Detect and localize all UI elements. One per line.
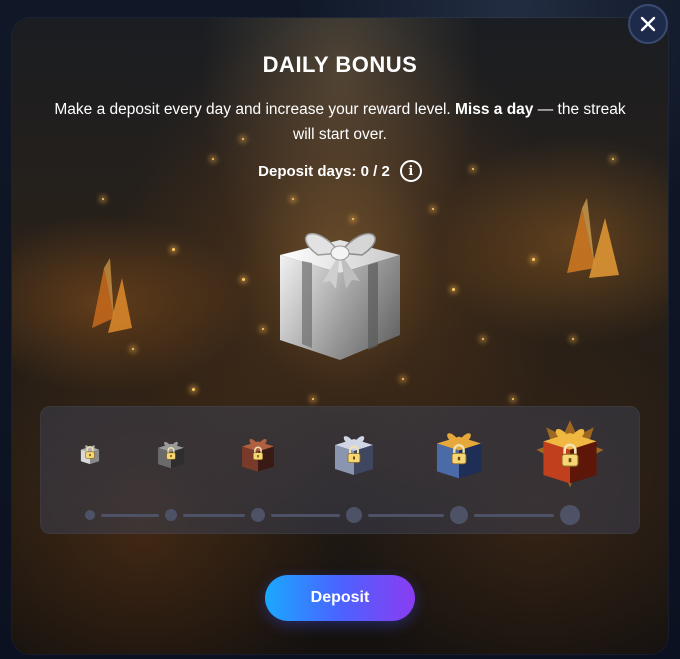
reward-level-gift-5 <box>430 425 488 483</box>
sparkle-decoration <box>452 288 455 291</box>
lock-icon <box>346 445 362 468</box>
progress-step-dot <box>560 505 580 525</box>
progress-step-dot <box>165 509 177 521</box>
sparkle-decoration <box>402 378 404 380</box>
sparkle-decoration <box>532 258 535 261</box>
progress-step-dot <box>346 507 362 523</box>
reward-levels-panel <box>40 406 640 534</box>
lock-icon <box>450 443 469 470</box>
progress-step-connector <box>271 514 340 517</box>
reward-level-gift-1 <box>78 442 102 466</box>
reward-level-gift-2 <box>154 437 188 471</box>
close-icon <box>640 16 656 32</box>
progress-step-connector <box>183 514 245 517</box>
progress-step-dot <box>450 506 468 524</box>
description-text: Make a deposit every day and increase yo… <box>54 101 456 118</box>
sparkle-decoration <box>512 398 514 400</box>
current-reward-gift-image <box>280 232 400 360</box>
sparkle-decoration <box>132 348 134 350</box>
sparkle-decoration <box>432 208 434 210</box>
lock-icon <box>165 446 177 465</box>
reward-level-gift-4 <box>329 429 379 479</box>
sparkle-decoration <box>572 338 574 340</box>
progress-step-dot <box>251 508 265 522</box>
modal-title: DAILY BONUS <box>262 52 418 77</box>
crystal-decoration <box>567 198 619 278</box>
progress-step-connector <box>101 514 159 517</box>
progress-step-connector <box>474 514 554 517</box>
modal-description: Make a deposit every day and increase yo… <box>50 97 630 147</box>
progress-step-connector <box>368 514 444 517</box>
close-button[interactable] <box>628 4 668 44</box>
lock-icon <box>252 446 265 466</box>
lock-icon <box>84 446 96 464</box>
sparkle-decoration <box>102 198 104 200</box>
sparkle-decoration <box>292 198 294 200</box>
sparkle-decoration <box>192 388 195 391</box>
deposit-button[interactable]: Deposit <box>265 575 415 621</box>
deposit-days-row: Deposit days: 0 / 2 i <box>0 160 680 182</box>
progress-step-dot <box>85 510 95 520</box>
sparkle-decoration <box>482 338 484 340</box>
sparkle-decoration <box>262 328 264 330</box>
sparkle-decoration <box>312 398 314 400</box>
description-emphasis: Miss a day <box>455 101 534 118</box>
info-icon[interactable]: i <box>399 160 422 182</box>
reward-level-gift-6 <box>535 419 605 489</box>
sparkle-decoration <box>172 248 175 251</box>
sparkle-decoration <box>242 278 245 281</box>
lock-icon <box>559 443 581 472</box>
deposit-days-counter: Deposit days: 0 / 2 <box>258 162 390 180</box>
reward-level-gift-3 <box>237 433 279 475</box>
crystal-decoration <box>92 258 132 333</box>
